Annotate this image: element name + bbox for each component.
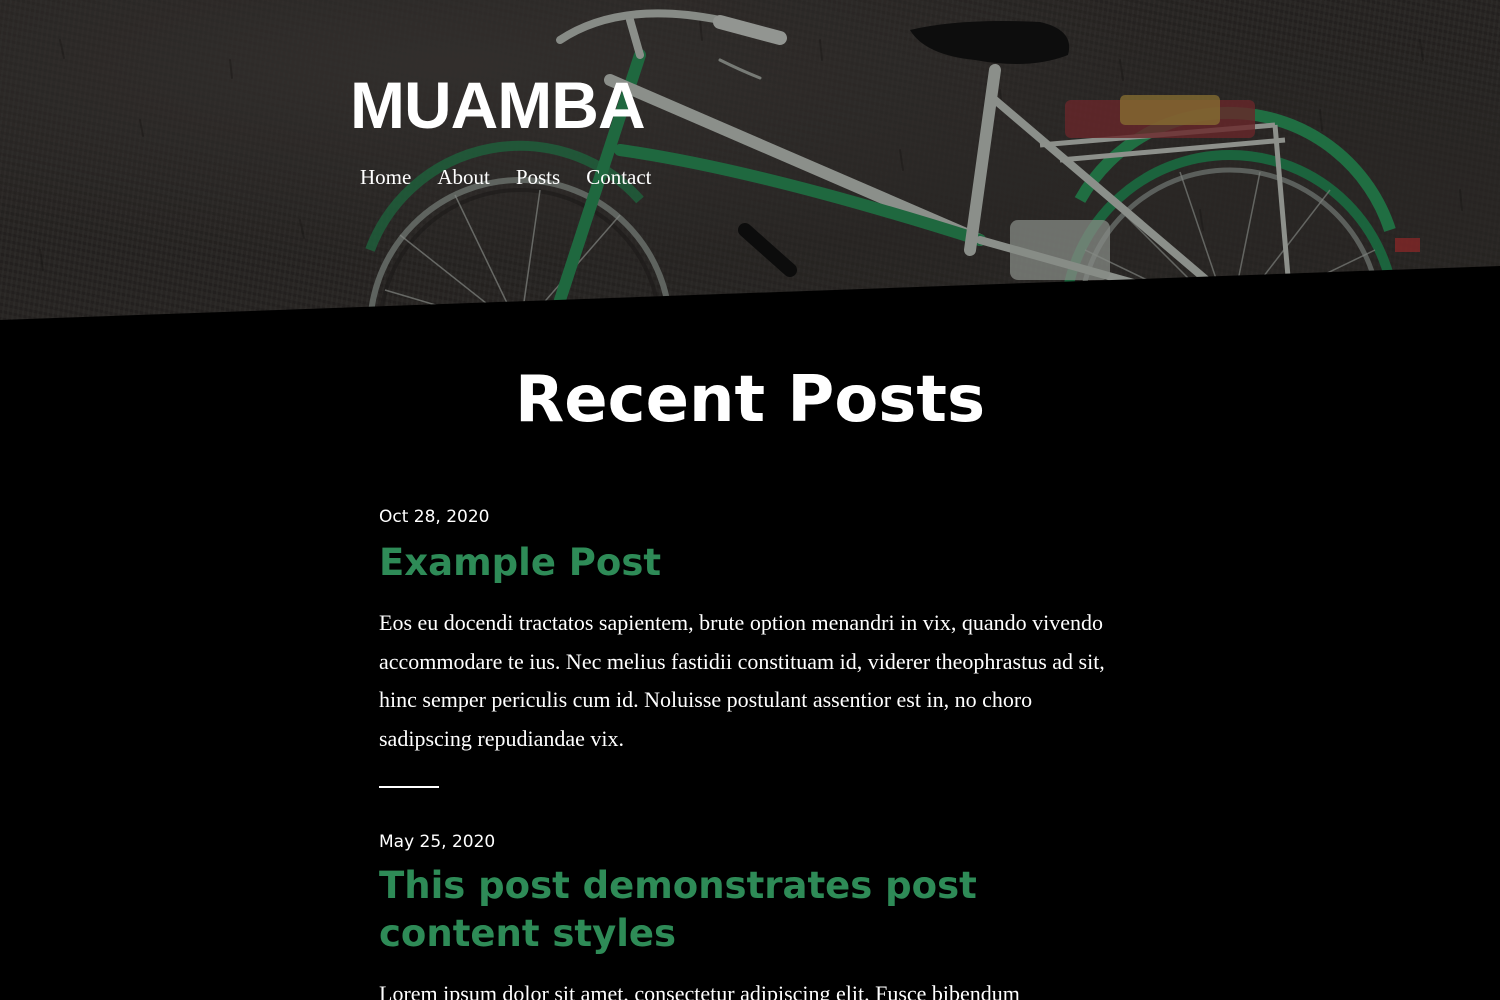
post-date: May 25, 2020 bbox=[379, 831, 496, 852]
hero-header: MUAMBA Home About Posts Contact bbox=[0, 0, 1500, 320]
post-title-link[interactable]: Example Post bbox=[379, 539, 1119, 587]
post-divider bbox=[379, 785, 439, 788]
site-title[interactable]: MUAMBA bbox=[350, 72, 646, 138]
post-date: Oct 28, 2020 bbox=[379, 507, 490, 527]
hero-diagonal-divider bbox=[0, 266, 1500, 320]
nav-link-posts[interactable]: Posts bbox=[516, 163, 560, 191]
page: MUAMBA Home About Posts Contact Recent P… bbox=[0, 0, 1500, 1000]
post-item: Oct 28, 2020 Example Post Eos eu docendi… bbox=[379, 506, 1119, 788]
post-excerpt: Lorem ipsum dolor sit amet, consectetur … bbox=[379, 980, 1020, 1000]
recent-posts-heading: Recent Posts bbox=[514, 363, 986, 437]
nav-link-contact[interactable]: Contact bbox=[586, 163, 651, 191]
post-excerpt: Eos eu docendi tractatos sapientem, brut… bbox=[379, 610, 1105, 752]
nav-link-about[interactable]: About bbox=[437, 163, 490, 191]
post-item: May 25, 2020 This post demonstrates post… bbox=[379, 831, 1119, 1000]
post-list: Oct 28, 2020 Example Post Eos eu docendi… bbox=[379, 506, 1119, 1000]
nav-link-home[interactable]: Home bbox=[360, 163, 411, 191]
post-title-link[interactable]: This post demonstrates post content styl… bbox=[379, 862, 1119, 958]
main-nav: Home About Posts Contact bbox=[360, 163, 678, 191]
